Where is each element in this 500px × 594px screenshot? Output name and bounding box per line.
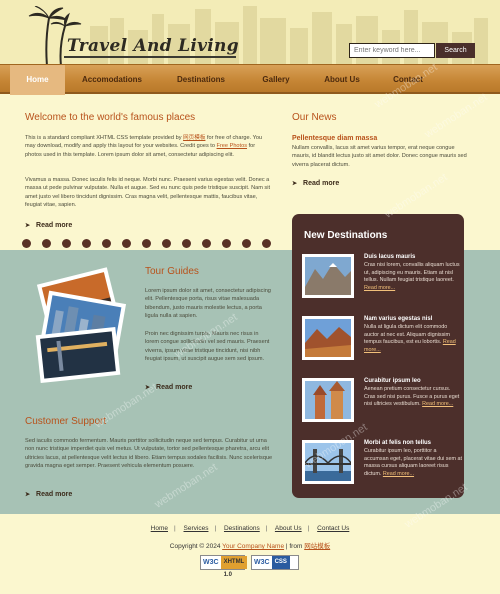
- destination-name[interactable]: Morbi at felis non tellus: [364, 440, 431, 446]
- new-destinations-panel: New Destinations Duis lacus mauris Cras …: [292, 214, 464, 498]
- destination-name[interactable]: Nam varius egestas nisl: [364, 316, 432, 322]
- main-nav: Home Accomodations Destinations Gallery …: [0, 64, 500, 95]
- destination-item: Duis lacus mauris Cras nisi lorem, conva…: [302, 254, 460, 306]
- template-provider-link[interactable]: 网页模板: [183, 135, 205, 141]
- nav-item-accomodations[interactable]: Accomodations: [72, 65, 152, 95]
- nav-item-home[interactable]: Home: [10, 65, 65, 95]
- dotted-divider: [22, 239, 277, 249]
- destination-read-more[interactable]: Read more...: [383, 471, 414, 477]
- destination-thumbnail[interactable]: [302, 440, 354, 484]
- w3c-logo-icon: W3C: [252, 556, 272, 569]
- destination-name[interactable]: Duis lacus mauris: [364, 254, 415, 260]
- destination-thumbnail[interactable]: [302, 254, 354, 298]
- tours-read-more[interactable]: ➤ Read more: [145, 384, 192, 391]
- photo-stack-illustration: [35, 267, 127, 384]
- support-title: Customer Support: [25, 416, 107, 427]
- destination-name[interactable]: Curabitur ipsum leo: [364, 378, 421, 384]
- destination-text: Aenean pretium consectetur cursus. Cras …: [364, 386, 460, 407]
- welcome-paragraph-1: This is a standard compliant XHTML CSS t…: [25, 135, 263, 158]
- nav-item-gallery[interactable]: Gallery: [250, 65, 302, 95]
- destination-thumbnail[interactable]: [302, 378, 354, 422]
- destination-text: Curabitur ipsum leo, porttitor a accumsa…: [364, 448, 462, 477]
- company-name-link[interactable]: Your Company Name: [222, 543, 284, 550]
- news-read-more[interactable]: ➤ Read more: [292, 180, 339, 187]
- logo-underline: [64, 56, 236, 58]
- tours-title: Tour Guides: [145, 266, 199, 277]
- footer-link-contact[interactable]: Contact Us: [317, 525, 349, 532]
- footer-nav: Home | Services | Destinations | About Us | …: [150, 525, 350, 532]
- destination-item: Curabitur ipsum leo Aenean pretium conse…: [302, 378, 460, 430]
- destination-item: Morbi at felis non tellus Curabitur ipsu…: [302, 440, 462, 492]
- tours-paragraph-1: Lorem ipsum dolor sit amet, consectetur …: [145, 288, 271, 319]
- destination-text: Cras nisi lorem, convallis aliquam luctu…: [364, 262, 460, 291]
- news-title: Our News: [292, 112, 337, 123]
- copyright: Copyright © 2024 Your Company Name | fro…: [169, 543, 331, 550]
- destinations-title: New Destinations: [304, 230, 388, 241]
- news-item-title[interactable]: Pellentesque diam massa: [292, 135, 377, 142]
- footer-link-services[interactable]: Services: [184, 525, 209, 532]
- nav-item-about[interactable]: About Us: [314, 65, 370, 95]
- watermark-text: webmoban.net: [422, 91, 490, 141]
- nav-item-destinations[interactable]: Destinations: [166, 65, 236, 95]
- arrow-right-icon: ➤: [25, 223, 31, 229]
- welcome-read-more[interactable]: ➤ Read more: [25, 222, 72, 229]
- nav-item-contact[interactable]: Contact: [382, 65, 434, 95]
- css-valid-badge[interactable]: W3C CSS: [251, 555, 299, 570]
- tours-paragraph-2: Proin nec dignissim turpis. Mauris nec r…: [145, 331, 270, 362]
- destination-read-more[interactable]: Read more...: [364, 285, 395, 291]
- footer-link-about[interactable]: About Us: [275, 525, 302, 532]
- destination-item: Nam varius egestas nisl Nulla at ligula …: [302, 316, 460, 368]
- destination-thumbnail[interactable]: [302, 316, 354, 360]
- site-logo[interactable]: Travel And Living: [67, 36, 239, 56]
- welcome-title: Welcome to the world's famous places: [25, 112, 196, 123]
- arrow-right-icon: ➤: [292, 181, 298, 187]
- template-source-link[interactable]: 网站模板: [304, 543, 330, 550]
- arrow-right-icon: ➤: [145, 385, 151, 391]
- support-text: Sed iaculis commodo fermentum. Mauris po…: [25, 438, 273, 469]
- page: Travel And Living Search Home Accomodati…: [0, 0, 500, 594]
- destination-text: Nulla at ligula dictum elit commodo auct…: [364, 324, 456, 353]
- news-item-text: Nullam convallis, lacus sit amet varius …: [292, 145, 467, 168]
- footer-link-destinations[interactable]: Destinations: [224, 525, 260, 532]
- free-photos-link[interactable]: Free Photos: [217, 143, 247, 149]
- destination-read-more[interactable]: Read more...: [422, 401, 453, 407]
- xhtml-valid-badge[interactable]: W3C XHTML 1.0: [200, 555, 248, 578]
- support-read-more[interactable]: ➤ Read more: [25, 491, 72, 498]
- arrow-right-icon: ➤: [25, 492, 31, 498]
- footer-link-home[interactable]: Home: [151, 525, 168, 532]
- site-header: Travel And Living Search: [0, 0, 500, 64]
- search-button[interactable]: Search: [436, 43, 475, 58]
- w3c-logo-icon: W3C: [201, 556, 221, 569]
- search-input[interactable]: [349, 43, 435, 58]
- welcome-paragraph-2: Vivamus a massa. Donec iaculis felis id …: [25, 177, 271, 208]
